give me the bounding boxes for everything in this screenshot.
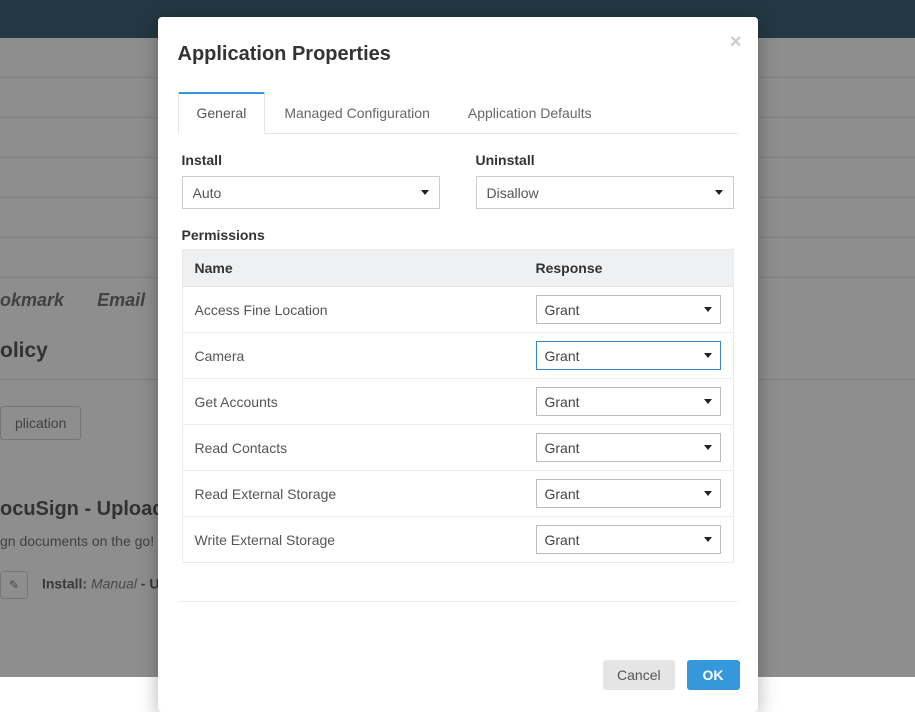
permission-response-select[interactable]: Grant xyxy=(536,433,721,462)
permission-row: Camera Grant xyxy=(182,333,733,379)
uninstall-select[interactable]: Disallow xyxy=(476,176,734,209)
permission-name: Get Accounts xyxy=(182,379,524,425)
permission-response-select[interactable]: Grant xyxy=(536,387,721,416)
uninstall-label: Uninstall xyxy=(476,152,734,168)
permissions-header-row: Name Response xyxy=(182,250,733,287)
application-properties-modal: Application Properties × General Managed… xyxy=(158,17,758,712)
permission-row: Access Fine Location Grant xyxy=(182,287,733,333)
permission-name: Access Fine Location xyxy=(182,287,524,333)
modal-title: Application Properties xyxy=(178,43,738,66)
permission-row: Read External Storage Grant xyxy=(182,471,733,517)
close-icon[interactable]: × xyxy=(730,31,742,54)
permission-row: Get Accounts Grant xyxy=(182,379,733,425)
permission-response-select[interactable]: Grant xyxy=(536,525,721,554)
permission-row: Write External Storage Grant xyxy=(182,517,733,563)
permission-row: Read Contacts Grant xyxy=(182,425,733,471)
permission-response-select[interactable]: Grant xyxy=(536,341,721,370)
modal-header: Application Properties × xyxy=(158,17,758,80)
permission-response-select[interactable]: Grant xyxy=(536,295,721,324)
permission-name: Read External Storage xyxy=(182,471,524,517)
install-label: Install xyxy=(182,152,440,168)
modal-separator xyxy=(178,601,738,602)
tab-application-defaults[interactable]: Application Defaults xyxy=(449,92,611,134)
col-name-header: Name xyxy=(182,250,524,287)
permission-name: Write External Storage xyxy=(182,517,524,563)
modal-body: Install Auto Uninstall Disallow Permissi… xyxy=(158,134,758,573)
ok-button[interactable]: OK xyxy=(687,660,740,690)
install-select[interactable]: Auto xyxy=(182,176,440,209)
install-uninstall-row: Install Auto Uninstall Disallow xyxy=(182,152,734,209)
cancel-button[interactable]: Cancel xyxy=(603,660,675,690)
tab-general[interactable]: General xyxy=(178,92,266,134)
permissions-heading: Permissions xyxy=(182,227,734,243)
permissions-table: Name Response Access Fine Location Grant… xyxy=(182,249,734,563)
modal-footer: Cancel OK xyxy=(158,646,758,712)
modal-tab-strip: General Managed Configuration Applicatio… xyxy=(178,92,738,134)
tab-managed-configuration[interactable]: Managed Configuration xyxy=(265,92,449,134)
permission-name: Read Contacts xyxy=(182,425,524,471)
permission-response-select[interactable]: Grant xyxy=(536,479,721,508)
permission-name: Camera xyxy=(182,333,524,379)
col-response-header: Response xyxy=(524,250,734,287)
